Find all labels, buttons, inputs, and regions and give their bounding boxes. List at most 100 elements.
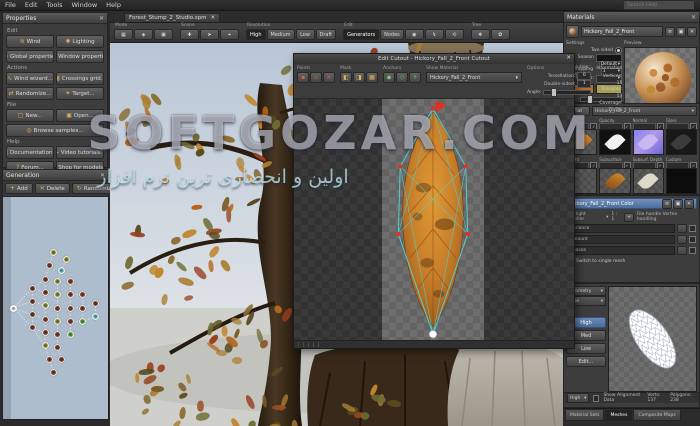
generator-node[interactable]: [42, 289, 49, 296]
edit-anchor-button[interactable]: ◇: [396, 72, 408, 83]
generator-node[interactable]: [42, 342, 49, 349]
node-properties-header[interactable]: Hickory_Fall_2_Front Color ≡▣✕: [566, 198, 697, 209]
base-anchor[interactable]: [429, 330, 437, 338]
add-handler-button[interactable]: +: [624, 213, 634, 222]
menu-window[interactable]: Window: [72, 1, 98, 9]
cutout-canvas[interactable]: [294, 99, 574, 340]
mask-invert-button[interactable]: ◨: [353, 72, 365, 83]
close-icon[interactable]: ✕: [211, 15, 216, 21]
property-checkbox[interactable]: [689, 247, 696, 254]
material-name-field[interactable]: Hickory_Fall_2_Front: [581, 26, 663, 37]
tree-tool-icon[interactable]: ❖: [471, 29, 490, 40]
apex-flag[interactable]: [435, 101, 447, 113]
tab-meshes[interactable]: Meshes: [605, 410, 632, 421]
generator-node[interactable]: [29, 298, 36, 305]
show-material-dropdown[interactable]: Hickory_Fall_2_Front ▾: [426, 72, 522, 83]
generator-node[interactable]: [42, 329, 49, 336]
menu-help[interactable]: Help: [106, 1, 121, 9]
move-point-button[interactable]: ▫: [310, 72, 322, 83]
video-tutorials-button[interactable]: ▶Video tutorials...: [56, 146, 104, 159]
edit-tool-icon[interactable]: ⟲: [445, 29, 464, 40]
generator-node[interactable]: [63, 256, 70, 263]
generator-node[interactable]: [54, 305, 61, 312]
delete-point-button[interactable]: ✕: [323, 72, 335, 83]
edit-mesh-button[interactable]: Edit...: [566, 356, 606, 367]
tab-composite-maps[interactable]: Composite Maps: [633, 410, 680, 421]
randomize-button[interactable]: ⇄Randomize...: [6, 87, 54, 100]
panel-action-icon[interactable]: ≡: [662, 199, 672, 209]
generator-node[interactable]: [67, 278, 74, 285]
generators-button[interactable]: Generators: [343, 29, 379, 40]
add-node-button[interactable]: +Add: [5, 183, 33, 194]
close-icon[interactable]: ✕: [691, 14, 696, 21]
generator-node[interactable]: [42, 316, 49, 323]
generator-node[interactable]: [46, 262, 53, 269]
menu-edit[interactable]: Edit: [25, 1, 38, 9]
menu-file[interactable]: File: [5, 1, 16, 9]
stepper-button[interactable]: [677, 246, 687, 255]
low-button[interactable]: Low: [296, 29, 315, 40]
map-thumbnail-subsurf-depth[interactable]: [633, 168, 664, 194]
target-button[interactable]: ✦Target...: [56, 87, 104, 100]
generator-node[interactable]: [58, 356, 65, 363]
generator-node[interactable]: [50, 369, 57, 376]
lighting-button[interactable]: ✺Lighting: [56, 35, 104, 48]
material-action-icon[interactable]: ✕: [687, 27, 697, 37]
documentation-button[interactable]: ▥Documentation...: [6, 146, 54, 159]
mode-tool-icon[interactable]: ◈: [134, 29, 153, 40]
wind-wizard-button[interactable]: ∿Wind wizard...: [6, 72, 54, 85]
wind-button[interactable]: ≋Wind: [6, 35, 54, 48]
global-properties-button[interactable]: ◐Global properties: [6, 50, 54, 63]
map-thumbnail-subsurface[interactable]: [599, 168, 630, 194]
map-thumbnail-custom[interactable]: [666, 168, 697, 194]
map-thumbnail-normal[interactable]: [633, 129, 664, 155]
generator-node[interactable]: [29, 285, 36, 292]
generator-node[interactable]: [54, 278, 61, 285]
generator-node[interactable]: [42, 302, 49, 309]
nodes-button[interactable]: Nodes: [380, 29, 404, 40]
scene-tool-icon[interactable]: ✚: [180, 29, 199, 40]
browse-samples-button[interactable]: ◎Browse samples...: [6, 124, 104, 137]
menu-tools[interactable]: Tools: [46, 1, 62, 9]
document-tab[interactable]: Forest_Stump_2_Studio.spm ✕: [124, 13, 220, 22]
stepper-button[interactable]: [677, 224, 687, 233]
property-field[interactable]: Amount: [567, 235, 675, 244]
mesh-resolution-select[interactable]: High▾: [567, 393, 589, 403]
tessellation-field[interactable]: 0: [577, 72, 591, 80]
mask-show-button[interactable]: ◧: [340, 72, 352, 83]
generation-node-graph[interactable]: [3, 197, 108, 419]
generator-node[interactable]: [67, 331, 74, 338]
high-button[interactable]: High: [246, 29, 266, 40]
close-icon[interactable]: ✕: [99, 15, 104, 22]
new-anchor-button[interactable]: ＋: [409, 72, 421, 83]
close-icon[interactable]: ✕: [100, 172, 105, 179]
panel-action-icon[interactable]: ✕: [684, 199, 694, 209]
window-properties-button[interactable]: ▤Window properties: [56, 50, 104, 63]
scene-tool-icon[interactable]: ⌖: [220, 29, 239, 40]
generator-node[interactable]: [46, 356, 53, 363]
add-point-button[interactable]: ▪: [297, 72, 309, 83]
property-field[interactable]: Season: [567, 246, 675, 255]
open-button[interactable]: ▣Open...: [56, 109, 104, 122]
material-action-icon[interactable]: ▣: [676, 27, 686, 37]
handler-options[interactable]: File handle Vertex handling: [637, 212, 696, 222]
generator-node[interactable]: [92, 300, 99, 307]
new-button[interactable]: ▢New...: [6, 109, 54, 122]
generator-node[interactable]: [50, 249, 57, 256]
stepper-button[interactable]: [677, 235, 687, 244]
property-field[interactable]: Variance: [567, 224, 675, 233]
double-sided-field[interactable]: 1: [577, 80, 591, 88]
map-thumbnail-gloss[interactable]: [666, 129, 697, 155]
mask-grid-button[interactable]: ▦: [366, 72, 378, 83]
panel-action-icon[interactable]: ▣: [673, 199, 683, 209]
generator-node[interactable]: [67, 291, 74, 298]
edit-tool-icon[interactable]: ◉: [405, 29, 424, 40]
generator-node[interactable]: [42, 276, 49, 283]
search-help-input[interactable]: [623, 0, 695, 10]
generator-node[interactable]: [54, 318, 61, 325]
dialog-title-bar[interactable]: Edit Cutout - Hickory_Fall_2_Front Cutou…: [294, 54, 574, 64]
generator-node[interactable]: [79, 305, 86, 312]
tree-tool-icon[interactable]: ✿: [491, 29, 510, 40]
generator-node[interactable]: [67, 305, 74, 312]
mode-tool-icon[interactable]: ▣: [154, 29, 173, 40]
